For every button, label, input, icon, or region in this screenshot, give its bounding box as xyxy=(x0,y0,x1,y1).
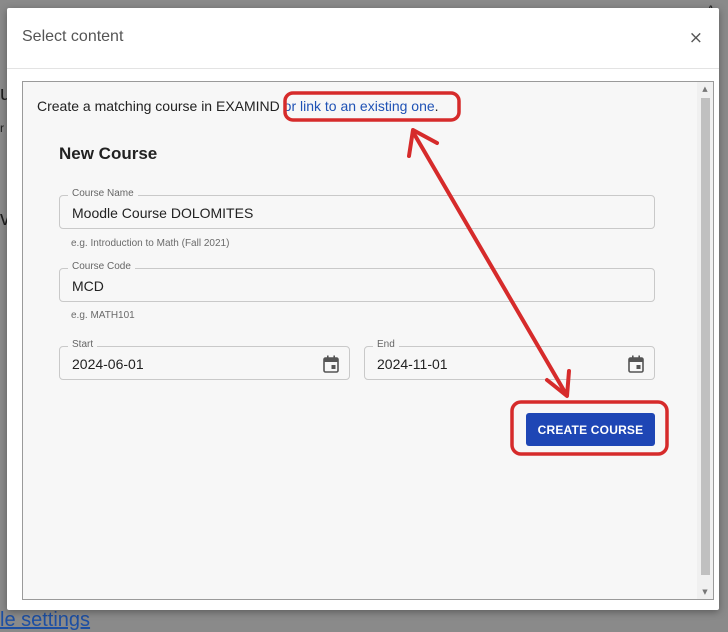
scroll-down-icon[interactable]: ▼ xyxy=(697,585,713,599)
intro-line: Create a matching course in EXAMIND or l… xyxy=(37,98,439,114)
start-date-field[interactable]: Start 2024-06-01 xyxy=(59,339,350,380)
bg-fragment-r: r xyxy=(0,121,4,135)
link-existing-course[interactable]: or link to an existing one xyxy=(284,98,435,114)
start-date-label: Start xyxy=(68,339,98,350)
modal-title: Select content xyxy=(22,28,124,45)
course-name-label: Course Name xyxy=(68,188,138,199)
course-code-label: Course Code xyxy=(68,261,135,272)
intro-period: . xyxy=(434,98,439,114)
close-icon[interactable]: × xyxy=(689,28,703,48)
course-name-helper: e.g. Introduction to Math (Fall 2021) xyxy=(71,238,230,249)
end-date-field[interactable]: End 2024-11-01 xyxy=(364,339,655,380)
course-code-value: MCD xyxy=(72,278,104,294)
scrollbar[interactable]: ▲ ▼ xyxy=(697,82,713,599)
course-code-field[interactable]: Course Code MCD xyxy=(59,261,655,302)
start-date-value: 2024-06-01 xyxy=(72,356,144,372)
modal-header: Select content × xyxy=(7,8,719,69)
end-date-value: 2024-11-01 xyxy=(377,356,448,372)
select-content-modal: Select content × Create a matching cours… xyxy=(7,8,719,610)
scroll-thumb[interactable] xyxy=(701,98,710,575)
calendar-icon[interactable] xyxy=(628,355,644,373)
course-code-helper: e.g. MATH101 xyxy=(71,310,135,321)
end-date-label: End xyxy=(373,339,399,350)
course-name-field[interactable]: Course Name Moodle Course DOLOMITES xyxy=(59,188,655,229)
course-name-value: Moodle Course DOLOMITES xyxy=(72,205,254,221)
create-course-button[interactable]: CREATE COURSE xyxy=(526,413,655,446)
scroll-up-icon[interactable]: ▲ xyxy=(697,82,713,96)
content-frame: Create a matching course in EXAMIND or l… xyxy=(22,81,714,600)
form-title: New Course xyxy=(59,144,158,163)
intro-text: Create a matching course in EXAMIND xyxy=(37,98,284,114)
calendar-icon[interactable] xyxy=(323,355,339,373)
